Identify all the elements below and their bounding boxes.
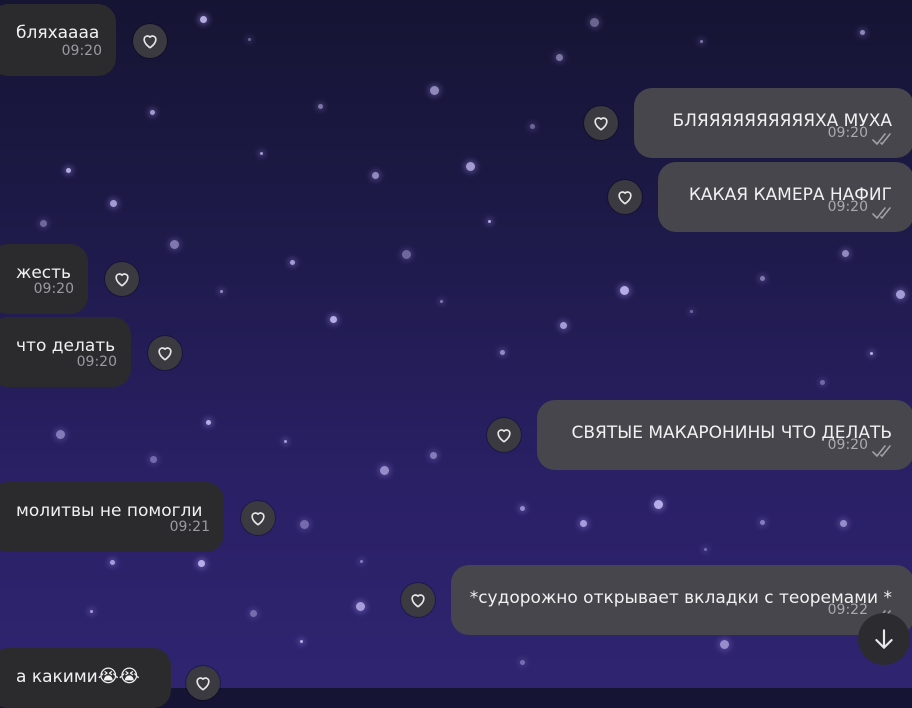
message-bubble[interactable]: *судорожно открывает вкладки с теоремами…: [451, 565, 912, 635]
message-bubble[interactable]: а какими😭😭: [0, 648, 171, 708]
message-bubble[interactable]: БЛЯЯЯЯЯЯЯЯЯЯХА МУХА 09:20: [634, 88, 912, 158]
heart-icon[interactable]: [487, 418, 521, 452]
message-bubble[interactable]: что делать 09:20: [0, 317, 131, 387]
message-time: 09:21: [169, 519, 210, 535]
message-time: 09:20: [33, 281, 74, 297]
message-time: 09:20: [827, 437, 868, 453]
heart-icon[interactable]: [608, 180, 642, 214]
heart-icon[interactable]: [133, 24, 167, 58]
heart-icon[interactable]: [241, 501, 275, 535]
heart-icon[interactable]: [584, 106, 618, 140]
heart-icon[interactable]: [186, 666, 220, 700]
double-check-icon: [872, 442, 896, 457]
heart-icon[interactable]: [105, 262, 139, 296]
heart-icon[interactable]: [401, 583, 435, 617]
message-bubble[interactable]: молитвы не помогли 09:21: [0, 482, 224, 552]
message-time: 09:20: [827, 125, 868, 141]
scroll-down-button[interactable]: [858, 613, 910, 665]
message-list[interactable]: бляхаааа 09:20 БЛЯЯЯЯЯЯЯЯЯЯХА МУХА 09:20…: [0, 0, 912, 708]
message-text: а какими😭😭: [16, 666, 140, 688]
message-bubble[interactable]: бляхаааа 09:20: [0, 4, 116, 76]
arrow-down-icon: [875, 629, 893, 649]
double-check-icon: [872, 204, 896, 219]
message-bubble[interactable]: КАКАЯ КАМЕРА НАФИГ 09:20: [658, 162, 912, 232]
message-time: 09:20: [76, 354, 117, 370]
double-check-icon: [872, 130, 896, 145]
message-bubble[interactable]: СВЯТЫЕ МАКАРОНИНЫ ЧТО ДЕЛАТЬ 09:20: [537, 400, 912, 470]
message-time: 09:20: [61, 43, 102, 59]
message-time: 09:20: [827, 199, 868, 215]
heart-icon[interactable]: [148, 336, 182, 370]
crying-emoji: 😭😭: [97, 666, 140, 687]
message-bubble[interactable]: жесть 09:20: [0, 244, 88, 314]
message-text-part: а какими: [16, 667, 98, 687]
message-time: 09:22: [827, 602, 868, 618]
